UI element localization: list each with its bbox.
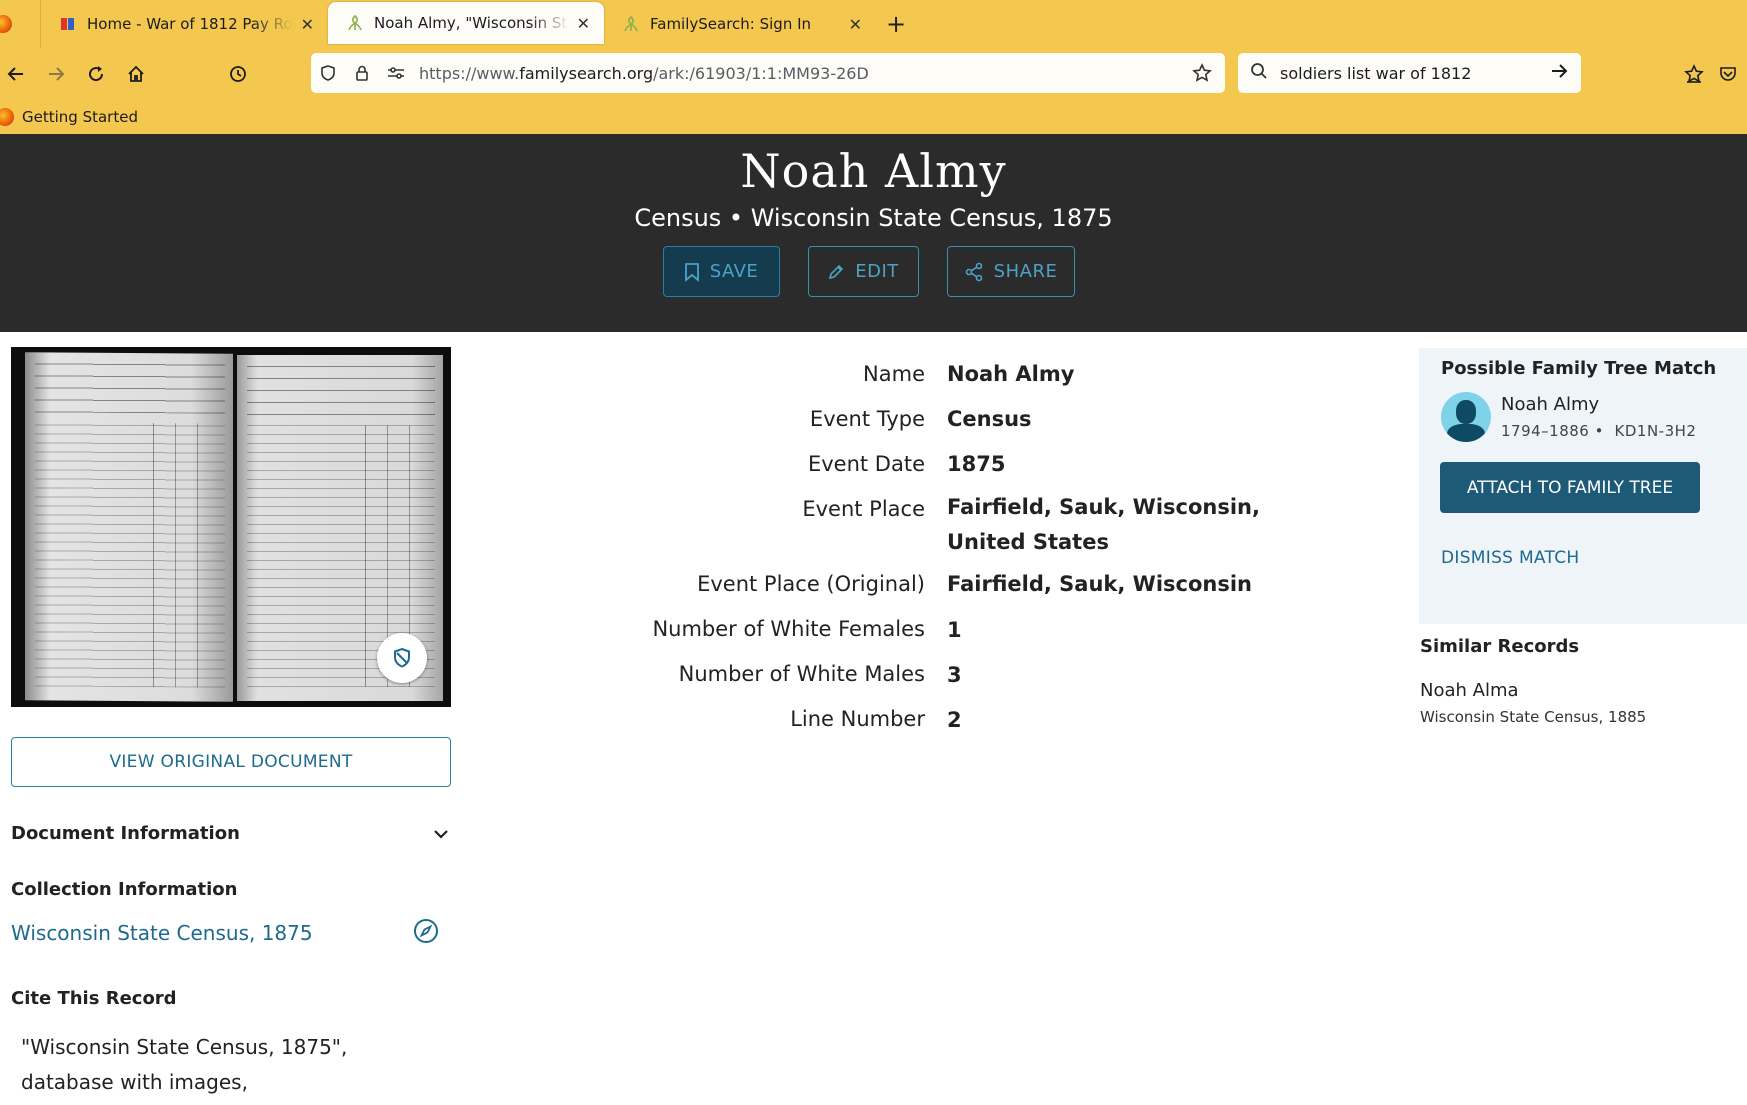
edit-button[interactable]: EDIT bbox=[807, 246, 919, 297]
navigation-bar: https://www.familysearch.org/ark:/61903/… bbox=[0, 48, 1747, 100]
search-icon bbox=[1250, 62, 1268, 84]
fact-value: 1875 bbox=[947, 452, 1006, 476]
tab-title: Noah Almy, "Wisconsin State Ce bbox=[374, 14, 569, 32]
attach-to-family-tree-button[interactable]: ATTACH TO FAMILY TREE bbox=[1440, 462, 1700, 513]
image-protection-shield-icon[interactable] bbox=[377, 633, 427, 683]
fact-label: Event Place bbox=[802, 497, 925, 521]
fact-value: Fairfield, Sauk, Wisconsin, United State… bbox=[947, 495, 1260, 554]
fact-value: 3 bbox=[947, 663, 962, 687]
pencil-icon bbox=[829, 264, 844, 279]
search-bar[interactable]: soldiers list war of 1812 bbox=[1238, 53, 1581, 93]
extensions-star-icon[interactable] bbox=[1674, 54, 1714, 94]
similar-record-name[interactable]: Noah Alma bbox=[1420, 680, 1519, 701]
bookmark-getting-started[interactable]: Getting Started bbox=[0, 108, 138, 126]
search-input[interactable]: soldiers list war of 1812 bbox=[1280, 64, 1549, 83]
bookmarks-toolbar: Getting Started bbox=[0, 100, 1747, 134]
url-domain: familysearch.org bbox=[519, 63, 654, 83]
citation-text: "Wisconsin State Census, 1875", database… bbox=[21, 1030, 441, 1100]
fact-value: 2 bbox=[947, 708, 962, 732]
book-favicon-icon bbox=[59, 15, 77, 33]
fact-value: Census bbox=[947, 407, 1032, 431]
history-clock-icon[interactable] bbox=[218, 54, 258, 94]
firefox-menu-icon[interactable] bbox=[0, 0, 40, 48]
match-person-id: KD1N-3H2 bbox=[1614, 422, 1697, 440]
familysearch-favicon-icon bbox=[622, 15, 640, 33]
go-arrow-icon[interactable] bbox=[1549, 61, 1569, 85]
bookmark-icon bbox=[684, 262, 699, 282]
url-text[interactable]: https://www.familysearch.org/ark:/61903/… bbox=[419, 64, 1185, 83]
url-bar[interactable]: https://www.familysearch.org/ark:/61903/… bbox=[311, 53, 1225, 93]
edit-label: EDIT bbox=[855, 261, 899, 282]
tab-title: Home - War of 1812 Pay Rolls a bbox=[87, 15, 293, 33]
fact-label: Event Date bbox=[807, 452, 925, 476]
match-person-meta: 1794–1886 • KD1N-3H2 bbox=[1501, 422, 1697, 440]
similar-record-collection: Wisconsin State Census, 1885 bbox=[1420, 708, 1647, 726]
browser-chrome: Home - War of 1812 Pay Rolls a ✕ Noah Al… bbox=[0, 0, 1747, 134]
bookmark-label: Getting Started bbox=[22, 108, 138, 126]
fact-label: Event Type bbox=[809, 407, 925, 431]
family-tree-match-card: Possible Family Tree Match Noah Almy 179… bbox=[1419, 348, 1747, 624]
record-title: Noah Almy bbox=[740, 144, 1007, 198]
document-information-label: Document Information bbox=[11, 823, 240, 844]
familysearch-favicon-icon bbox=[346, 14, 364, 32]
home-icon[interactable] bbox=[116, 54, 156, 94]
fact-label: Event Place (Original) bbox=[697, 572, 925, 596]
similar-records-heading: Similar Records bbox=[1420, 636, 1580, 657]
compass-icon[interactable] bbox=[413, 918, 439, 948]
record-header: Noah Almy Census • Wisconsin State Censu… bbox=[0, 134, 1747, 332]
tab-familysearch-signin[interactable]: FamilySearch: Sign In ✕ bbox=[604, 0, 876, 48]
ledger-page-left bbox=[25, 352, 233, 702]
tab-noah-almy[interactable]: Noah Almy, "Wisconsin State Ce ✕ bbox=[328, 2, 604, 44]
tab-title: FamilySearch: Sign In bbox=[650, 15, 812, 33]
url-path: /ark:/61903/1:1:MM93-26D bbox=[653, 63, 869, 83]
fact-value: 1 bbox=[947, 618, 962, 642]
close-tab-icon[interactable]: ✕ bbox=[577, 14, 590, 33]
collection-information-heading: Collection Information bbox=[11, 879, 238, 900]
reload-icon[interactable] bbox=[76, 54, 116, 94]
fact-value: Noah Almy bbox=[947, 362, 1075, 386]
dismiss-match-button[interactable]: DISMISS MATCH bbox=[1441, 548, 1579, 568]
tab-war-of-1812[interactable]: Home - War of 1812 Pay Rolls a ✕ bbox=[40, 0, 328, 48]
bookmark-star-icon[interactable] bbox=[1185, 63, 1219, 83]
match-lifespan: 1794–1886 bbox=[1501, 422, 1590, 440]
save-label: SAVE bbox=[709, 261, 759, 282]
new-tab-icon[interactable]: + bbox=[876, 0, 916, 48]
fact-label: Number of White Females bbox=[652, 617, 925, 641]
collection-link[interactable]: Wisconsin State Census, 1875 bbox=[11, 921, 313, 945]
save-button[interactable]: SAVE bbox=[662, 246, 780, 297]
fact-label: Number of White Males bbox=[678, 662, 925, 686]
url-prefix: https://www. bbox=[419, 63, 520, 83]
person-avatar-icon[interactable] bbox=[1441, 392, 1491, 442]
page-permissions-icon[interactable] bbox=[379, 64, 413, 82]
cite-record-heading: Cite This Record bbox=[11, 988, 177, 1009]
close-tab-icon[interactable]: ✕ bbox=[849, 15, 862, 34]
share-icon bbox=[965, 262, 982, 281]
pocket-icon[interactable] bbox=[1718, 54, 1747, 94]
citation-line: database with images, bbox=[21, 1070, 248, 1094]
record-actions: SAVE EDIT SHARE bbox=[0, 246, 1747, 297]
back-arrow-icon[interactable] bbox=[0, 54, 36, 94]
lock-icon[interactable] bbox=[345, 64, 379, 82]
fact-label: Line Number bbox=[790, 707, 925, 731]
match-heading: Possible Family Tree Match bbox=[1441, 358, 1717, 379]
tracking-shield-icon[interactable] bbox=[311, 64, 345, 82]
fact-label: Name bbox=[863, 362, 925, 386]
forward-arrow-icon[interactable] bbox=[36, 54, 76, 94]
citation-line: "Wisconsin State Census, 1875", bbox=[21, 1035, 348, 1059]
document-information-toggle[interactable]: Document Information bbox=[11, 823, 451, 844]
record-subtitle: Census • Wisconsin State Census, 1875 bbox=[634, 204, 1113, 232]
tab-strip: Home - War of 1812 Pay Rolls a ✕ Noah Al… bbox=[0, 0, 1747, 48]
fact-value: Fairfield, Sauk, Wisconsin bbox=[947, 572, 1253, 596]
share-button[interactable]: SHARE bbox=[946, 246, 1075, 297]
chevron-down-icon bbox=[434, 829, 448, 839]
document-thumbnail[interactable] bbox=[11, 347, 451, 707]
view-original-document-button[interactable]: VIEW ORIGINAL DOCUMENT bbox=[11, 737, 451, 787]
share-label: SHARE bbox=[993, 261, 1058, 282]
match-person-name[interactable]: Noah Almy bbox=[1501, 394, 1599, 415]
firefox-bookmark-icon bbox=[0, 108, 14, 126]
close-tab-icon[interactable]: ✕ bbox=[301, 15, 314, 34]
